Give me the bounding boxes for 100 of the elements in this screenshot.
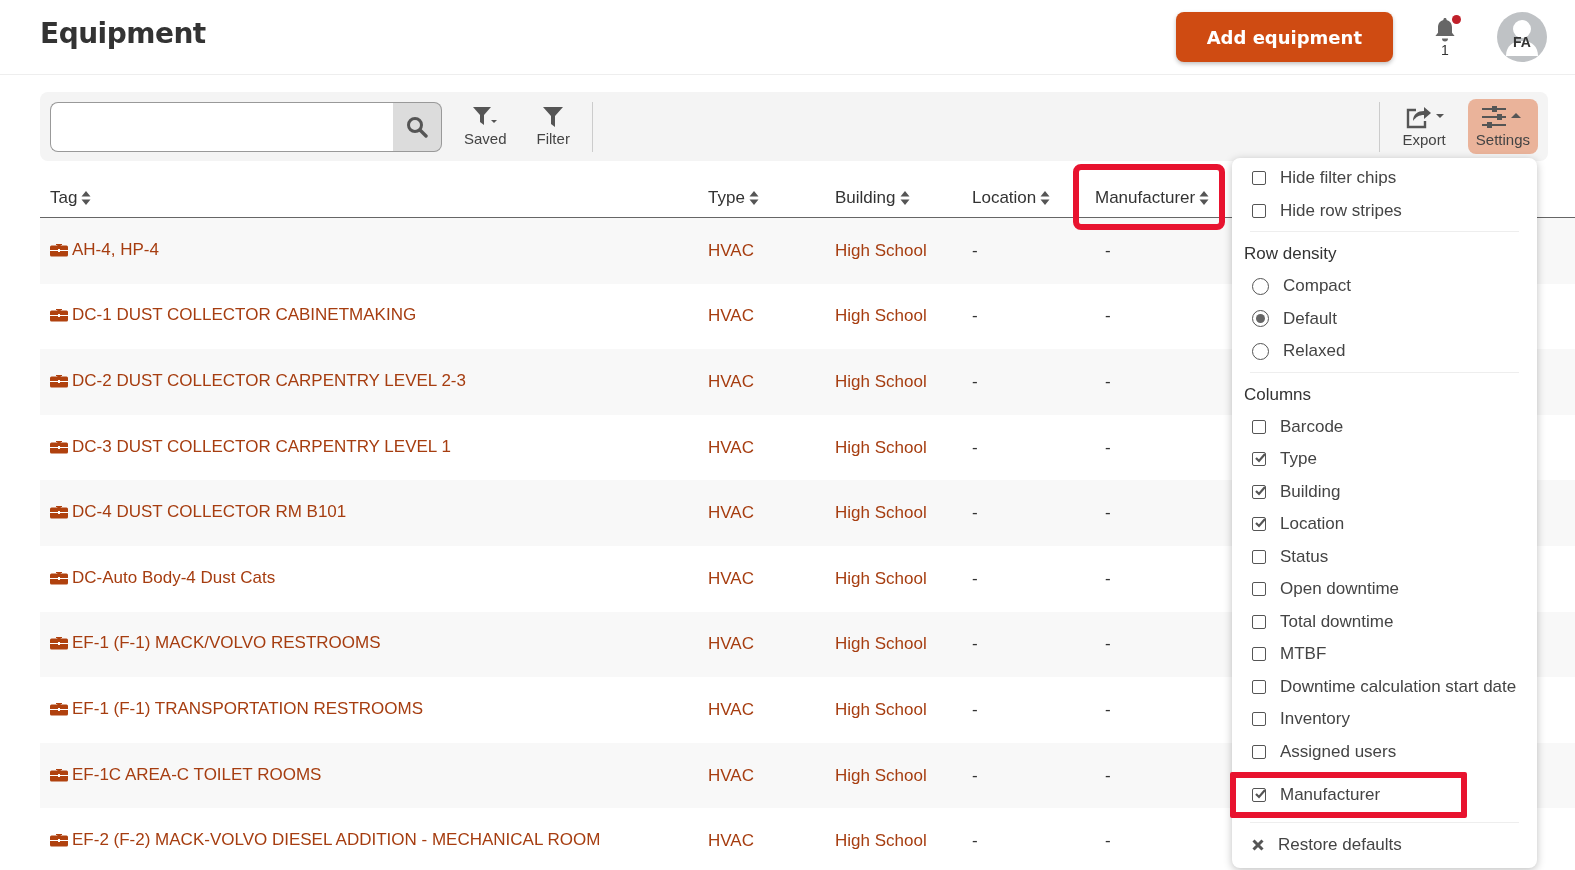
type-link[interactable]: HVAC [708, 372, 754, 391]
density-option[interactable]: Default [1232, 302, 1537, 335]
sort-icon [748, 190, 759, 206]
building-link[interactable]: High School [835, 503, 927, 523]
checkbox[interactable] [1252, 419, 1266, 434]
manufacturer-cell: - [1105, 372, 1111, 391]
type-link[interactable]: HVAC [708, 437, 754, 457]
sort-icon [1199, 190, 1210, 206]
type-link[interactable]: HVAC [708, 831, 754, 851]
density-option[interactable]: Relaxed [1232, 335, 1537, 368]
type-link[interactable]: HVAC [708, 240, 754, 260]
manufacturer-cell: - [1105, 306, 1111, 326]
saved-filters-button[interactable]: Saved [456, 100, 515, 153]
funnel-caret-icon [472, 106, 499, 128]
column-option[interactable]: Downtime calculation start date [1232, 670, 1537, 703]
manufacturer-cell: - [1105, 699, 1111, 719]
menu-option[interactable]: Hide row stripes [1232, 194, 1537, 227]
type-link[interactable]: HVAC [708, 634, 754, 654]
manufacturer-cell: - [1105, 240, 1111, 260]
building-link[interactable]: High School [835, 240, 927, 260]
building-link[interactable]: High School [835, 831, 927, 851]
column-header[interactable]: Location [972, 188, 1051, 208]
settings-button[interactable]: Settings [1467, 99, 1538, 154]
density-option[interactable]: Compact [1232, 270, 1537, 303]
close-icon [1252, 839, 1264, 852]
funnel-icon [541, 106, 566, 128]
bell-icon[interactable] [1433, 17, 1457, 43]
checkbox[interactable] [1252, 788, 1266, 802]
building-link[interactable]: High School [835, 306, 927, 326]
equipment-link[interactable]: EF-1 (F-1) MACK/VOLVO RESTROOMS [50, 633, 381, 654]
checkbox[interactable] [1252, 484, 1266, 499]
checkbox[interactable] [1252, 679, 1266, 694]
building-link[interactable]: High School [835, 765, 927, 785]
equipment-link[interactable]: AH-4, HP-4 [50, 239, 159, 260]
column-option[interactable]: Barcode [1232, 410, 1537, 443]
page-title: Equipment [40, 16, 206, 50]
column-option[interactable]: Building [1232, 475, 1537, 508]
column-option[interactable]: Type [1232, 443, 1537, 476]
type-link[interactable]: HVAC [708, 503, 754, 523]
checkbox[interactable] [1252, 614, 1266, 629]
equipment-link[interactable]: EF-2 (F-2) MACK-VOLVO DIESEL ADDITION - MECHANICAL ROOM [50, 830, 601, 851]
type-link[interactable]: HVAC [708, 699, 754, 719]
checkbox[interactable] [1252, 452, 1266, 467]
location-cell: - [972, 699, 978, 719]
briefcase-icon [50, 701, 68, 716]
building-link[interactable]: High School [835, 437, 927, 457]
building-link[interactable]: High School [835, 699, 927, 719]
equipment-link[interactable]: DC-4 DUST COLLECTOR RM B101 [50, 502, 347, 523]
column-option[interactable]: Open downtime [1232, 573, 1537, 606]
location-cell: - [972, 240, 978, 260]
column-header[interactable]: Manufacturer [1079, 170, 1220, 224]
add-equipment-button[interactable]: Add equipment [1175, 12, 1393, 62]
user-avatar[interactable]: FA [1497, 12, 1547, 62]
column-header[interactable]: Tag [50, 188, 92, 208]
menu-option[interactable]: Hide filter chips [1232, 162, 1537, 195]
manufacturer-cell: - [1105, 437, 1111, 457]
column-option[interactable]: Inventory [1232, 703, 1537, 736]
location-cell: - [972, 568, 978, 588]
column-option[interactable]: Total downtime [1232, 605, 1537, 638]
location-cell: - [972, 634, 978, 654]
equipment-link[interactable]: EF-1 (F-1) TRANSPORTATION RESTROOMS [50, 698, 424, 719]
column-option[interactable]: MTBF [1232, 638, 1537, 671]
equipment-link[interactable]: DC-2 DUST COLLECTOR CARPENTRY LEVEL 2-3 [50, 371, 466, 391]
column-option[interactable]: Manufacturer [1230, 772, 1467, 818]
checkbox[interactable] [1252, 517, 1266, 532]
checkbox[interactable] [1252, 582, 1266, 597]
equipment-link[interactable]: EF-1C AREA-C TOILET ROOMS [50, 764, 322, 785]
filter-button[interactable]: Filter [528, 100, 578, 153]
checkbox[interactable] [1252, 744, 1266, 759]
location-cell: - [972, 765, 978, 785]
briefcase-icon [50, 374, 68, 388]
checkbox[interactable] [1252, 712, 1266, 727]
column-header[interactable]: Building [835, 188, 910, 208]
checkbox[interactable] [1252, 647, 1266, 662]
column-header[interactable]: Type [708, 188, 759, 208]
checkbox[interactable] [1252, 203, 1266, 218]
building-link[interactable]: High School [835, 634, 927, 654]
type-link[interactable]: HVAC [708, 306, 754, 326]
type-link[interactable]: HVAC [708, 568, 754, 588]
checkbox[interactable] [1252, 549, 1266, 564]
briefcase-icon [50, 308, 68, 323]
equipment-link[interactable]: DC-3 DUST COLLECTOR CARPENTRY LEVEL 1 [50, 436, 451, 457]
column-option[interactable]: Assigned users [1232, 735, 1537, 768]
location-cell: - [972, 437, 978, 457]
building-link[interactable]: High School [835, 372, 927, 391]
share-icon [1404, 105, 1445, 129]
checkbox[interactable] [1252, 171, 1266, 186]
sort-icon [81, 190, 92, 206]
manufacturer-cell: - [1105, 765, 1111, 785]
type-link[interactable]: HVAC [708, 765, 754, 785]
equipment-link[interactable]: DC-Auto Body-4 Dust Cats [50, 567, 276, 588]
export-button[interactable]: Export [1394, 99, 1454, 154]
equipment-link[interactable]: DC-1 DUST COLLECTOR CABINETMAKING [50, 305, 417, 326]
column-option[interactable]: Status [1232, 540, 1537, 573]
briefcase-icon [50, 636, 68, 651]
section-heading: Columns [1243, 383, 1313, 406]
briefcase-icon [50, 570, 68, 585]
column-option[interactable]: Location [1232, 508, 1537, 541]
building-link[interactable]: High School [835, 568, 927, 588]
restore-defaults-button[interactable]: Restore defaults [1232, 829, 1537, 862]
